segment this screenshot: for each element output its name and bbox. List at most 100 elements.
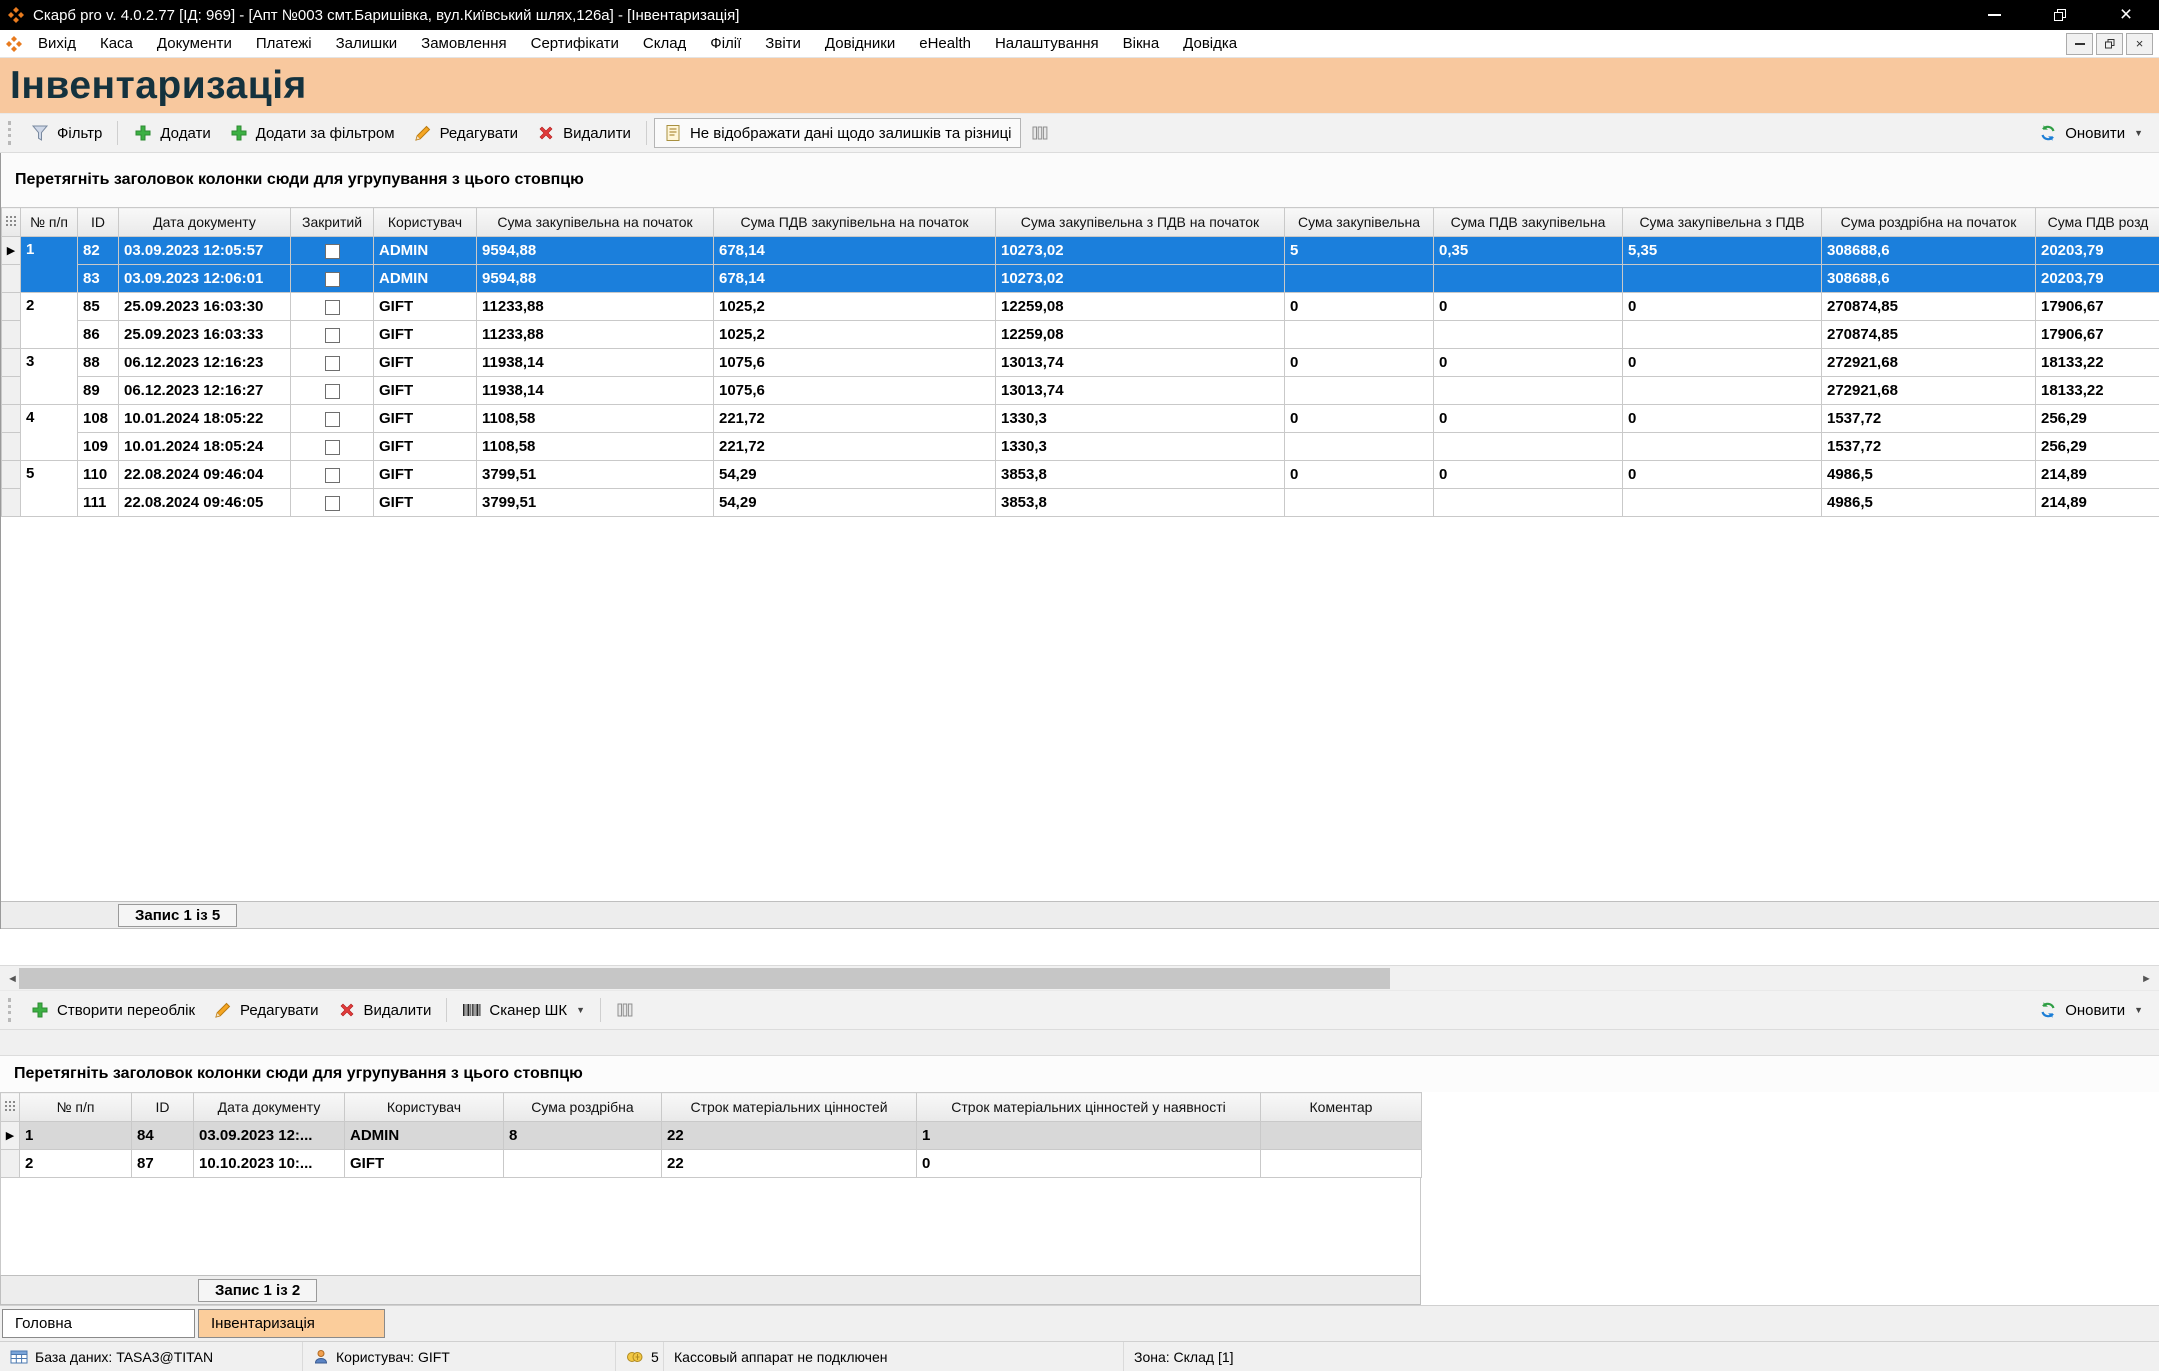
hide-remainders-toggle[interactable]: Не відображати дані щодо залишків та різ… xyxy=(654,118,1021,148)
restore-button[interactable] xyxy=(2027,0,2093,30)
column-header[interactable]: Сума роздрібна xyxy=(504,1093,662,1122)
app-logo-icon xyxy=(8,7,24,23)
menu-item[interactable]: Звіти xyxy=(753,35,813,52)
closed-checkbox[interactable] xyxy=(325,300,340,315)
closed-checkbox[interactable] xyxy=(325,356,340,371)
cell-vat-purchase-start: 1025,2 xyxy=(714,321,996,349)
cell-id: 89 xyxy=(78,377,119,405)
menu-item[interactable]: Склад xyxy=(631,35,698,52)
menu-item[interactable]: eHealth xyxy=(907,35,983,52)
column-header[interactable]: Сума ПДВ закупівельна xyxy=(1434,208,1623,237)
columns-button[interactable] xyxy=(1023,120,1057,146)
cell-vat-purchase-sum xyxy=(1434,321,1623,349)
menu-item[interactable]: Залишки xyxy=(324,35,410,52)
edit-button[interactable]: Редагувати xyxy=(205,996,327,1024)
close-button[interactable]: × xyxy=(2093,0,2159,30)
refresh-button[interactable]: Оновити ▼ xyxy=(2030,996,2151,1024)
closed-checkbox[interactable] xyxy=(325,244,340,259)
table-row[interactable]: 28525.09.2023 16:03:30GIFT11233,881025,2… xyxy=(2,293,2159,321)
menu-item[interactable]: Налаштування xyxy=(983,35,1111,52)
table-row[interactable]: 28710.10.2023 10:...GIFT220 xyxy=(1,1150,1422,1178)
refresh-button[interactable]: Оновити ▼ xyxy=(2030,119,2151,147)
closed-checkbox[interactable] xyxy=(325,496,340,511)
mdi-restore-button[interactable] xyxy=(2096,33,2123,55)
tab-inventory[interactable]: Інвентаризація xyxy=(198,1309,385,1338)
menu-item[interactable]: Філії xyxy=(698,35,753,52)
add-by-filter-button[interactable]: Додати за фільтром xyxy=(221,119,403,147)
cell-vat-purchase-start: 1025,2 xyxy=(714,293,996,321)
row-indicator xyxy=(2,489,21,517)
table-row[interactable]: 410810.01.2024 18:05:22GIFT1108,58221,72… xyxy=(2,405,2159,433)
table-row[interactable]: 8625.09.2023 16:03:33GIFT11233,881025,21… xyxy=(2,321,2159,349)
delete-button[interactable]: Видалити xyxy=(528,119,639,147)
column-header[interactable]: Строк матеріальних цінностей xyxy=(662,1093,917,1122)
column-header[interactable]: Коментар xyxy=(1261,1093,1422,1122)
cell-num: 1 xyxy=(20,1122,132,1150)
cell-purchase-with-vat-start: 1330,3 xyxy=(996,433,1285,461)
sub-grid-table: № п/пIDДата документуКористувачСума розд… xyxy=(0,1092,1422,1178)
delete-button[interactable]: Видалити xyxy=(329,996,440,1024)
minimize-button[interactable] xyxy=(1961,0,2027,30)
window-title: Скарб pro v. 4.0.2.77 [ІД: 969] - [Апт №… xyxy=(33,7,739,24)
column-header[interactable]: Сума ПДВ розд xyxy=(2036,208,2159,237)
menu-item[interactable]: Замовлення xyxy=(409,35,518,52)
cell-date: 10.01.2024 18:05:22 xyxy=(119,405,291,433)
table-row[interactable]: ▶18203.09.2023 12:05:57ADMIN9594,88678,1… xyxy=(2,237,2159,265)
table-row[interactable]: 8906.12.2023 12:16:27GIFT11938,141075,61… xyxy=(2,377,2159,405)
column-header[interactable]: № п/п xyxy=(21,208,78,237)
closed-checkbox[interactable] xyxy=(325,468,340,483)
cell-purchase-sum xyxy=(1285,265,1434,293)
cell-purchase-start: 1108,58 xyxy=(477,433,714,461)
closed-checkbox[interactable] xyxy=(325,384,340,399)
table-row[interactable]: 10910.01.2024 18:05:24GIFT1108,58221,721… xyxy=(2,433,2159,461)
column-header[interactable]: Строк матеріальних цінностей у наявності xyxy=(917,1093,1261,1122)
menu-item[interactable]: Довідники xyxy=(813,35,907,52)
refresh-icon xyxy=(2038,1000,2058,1020)
column-header[interactable]: № п/п xyxy=(20,1093,132,1122)
add-button[interactable]: Додати xyxy=(125,119,218,147)
columns-button[interactable] xyxy=(608,997,642,1023)
scrollbar-thumb[interactable] xyxy=(19,968,1390,989)
edit-button[interactable]: Редагувати xyxy=(405,119,527,147)
menu-item[interactable]: Каса xyxy=(88,35,145,52)
menu-item[interactable]: Документи xyxy=(145,35,244,52)
menu-item[interactable]: Вихід xyxy=(26,35,88,52)
table-row[interactable]: 11122.08.2024 09:46:05GIFT3799,5154,2938… xyxy=(2,489,2159,517)
column-header[interactable]: ID xyxy=(78,208,119,237)
menu-item[interactable]: Довідка xyxy=(1171,35,1249,52)
menu-item[interactable]: Вікна xyxy=(1111,35,1172,52)
cell-purchase-with-vat-start: 12259,08 xyxy=(996,321,1285,349)
column-header[interactable]: Сума ПДВ закупівельна на початок xyxy=(714,208,996,237)
table-row[interactable]: 38806.12.2023 12:16:23GIFT11938,141075,6… xyxy=(2,349,2159,377)
closed-checkbox[interactable] xyxy=(325,412,340,427)
cell-id: 82 xyxy=(78,237,119,265)
table-row[interactable]: 511022.08.2024 09:46:04GIFT3799,5154,293… xyxy=(2,461,2159,489)
closed-checkbox[interactable] xyxy=(325,440,340,455)
column-header[interactable]: Закритий xyxy=(291,208,374,237)
column-header[interactable]: Сума закупівельна з ПДВ xyxy=(1623,208,1822,237)
column-header[interactable]: Дата документу xyxy=(194,1093,345,1122)
cell-purchase-with-vat-sum xyxy=(1623,433,1822,461)
mdi-close-button[interactable]: × xyxy=(2126,33,2153,55)
column-header[interactable]: Сума закупівельна xyxy=(1285,208,1434,237)
column-header[interactable]: ID xyxy=(132,1093,194,1122)
menu-item[interactable]: Сертифікати xyxy=(519,35,631,52)
table-row[interactable]: 8303.09.2023 12:06:01ADMIN9594,88678,141… xyxy=(2,265,2159,293)
scroll-right-arrow[interactable]: ► xyxy=(2134,966,2159,991)
filter-button[interactable]: Фільтр xyxy=(22,119,110,147)
create-recount-button[interactable]: Створити переоблік xyxy=(22,996,203,1024)
menu-item[interactable]: Платежі xyxy=(244,35,324,52)
column-header[interactable]: Користувач xyxy=(374,208,477,237)
cell-date: 25.09.2023 16:03:33 xyxy=(119,321,291,349)
mdi-minimize-button[interactable] xyxy=(2066,33,2093,55)
table-row[interactable]: ▶18403.09.2023 12:...ADMIN8221 xyxy=(1,1122,1422,1150)
column-header[interactable]: Користувач xyxy=(345,1093,504,1122)
tab-main[interactable]: Головна xyxy=(2,1309,195,1338)
closed-checkbox[interactable] xyxy=(325,328,340,343)
column-header[interactable]: Сума роздрібна на початок xyxy=(1822,208,2036,237)
closed-checkbox[interactable] xyxy=(325,272,340,287)
column-header[interactable]: Сума закупівельна на початок xyxy=(477,208,714,237)
barcode-scanner-button[interactable]: Сканер ШК▼ xyxy=(454,998,593,1023)
column-header[interactable]: Сума закупівельна з ПДВ на початок xyxy=(996,208,1285,237)
column-header[interactable]: Дата документу xyxy=(119,208,291,237)
